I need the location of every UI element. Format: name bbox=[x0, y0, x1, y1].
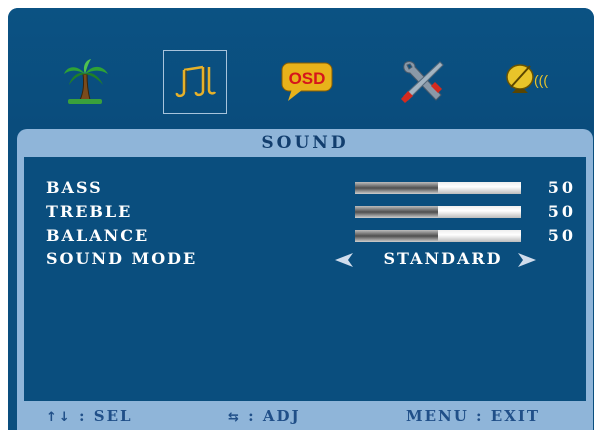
music-notes-icon bbox=[175, 65, 217, 98]
sound-mode-value[interactable]: STANDARD bbox=[373, 250, 513, 268]
hint-select: ↑↓ : SEL bbox=[46, 407, 133, 425]
hint-exit: MENU : EXIT bbox=[406, 407, 541, 425]
balance-label: BALANCE bbox=[46, 226, 150, 245]
treble-slider[interactable] bbox=[355, 206, 521, 218]
sound-mode-label: SOUND MODE bbox=[46, 249, 198, 268]
osd-menu: OSD ((( SOUND BASS 50 TREBLE 50 BALANCE … bbox=[8, 8, 594, 430]
up-down-arrows-icon: ↑↓ bbox=[46, 410, 72, 425]
osd-bubble-icon: OSD bbox=[281, 62, 333, 101]
bass-value: 50 bbox=[547, 178, 576, 197]
panel-title: SOUND bbox=[261, 133, 349, 153]
bass-slider-fill bbox=[355, 182, 438, 194]
hint-adjust: ⇆ : ADJ bbox=[228, 407, 301, 425]
hint-adjust-text: : ADJ bbox=[248, 407, 301, 425]
arrow-right-icon[interactable] bbox=[516, 252, 538, 268]
treble-slider-fill bbox=[355, 206, 438, 218]
menu-tab-picture[interactable] bbox=[54, 50, 118, 114]
menu-tab-sound[interactable] bbox=[163, 50, 227, 114]
balance-value: 50 bbox=[547, 226, 576, 245]
footer-hints: ↑↓ : SEL ⇆ : ADJ MENU : EXIT bbox=[24, 401, 586, 430]
svg-text:OSD: OSD bbox=[289, 69, 326, 88]
treble-label: TREBLE bbox=[46, 202, 133, 221]
balance-slider[interactable] bbox=[355, 230, 521, 242]
sound-menu-body: BASS 50 TREBLE 50 BALANCE 50 SOUND MODE … bbox=[24, 157, 586, 401]
menu-tab-channel[interactable]: ((( bbox=[500, 50, 564, 114]
menu-tab-setup[interactable] bbox=[390, 50, 454, 114]
bass-label: BASS bbox=[46, 178, 103, 197]
menu-tab-osd[interactable]: OSD bbox=[276, 50, 340, 114]
sound-panel: SOUND BASS 50 TREBLE 50 BALANCE 50 SOUND… bbox=[17, 129, 593, 430]
arrow-left-icon[interactable] bbox=[333, 252, 355, 268]
bass-slider[interactable] bbox=[355, 182, 521, 194]
balance-slider-fill bbox=[355, 230, 438, 242]
treble-value: 50 bbox=[547, 202, 576, 221]
satellite-dish-icon: ((( bbox=[506, 64, 548, 93]
svg-text:(((: ((( bbox=[534, 72, 548, 88]
tools-icon bbox=[401, 61, 444, 103]
top-icon-bar: OSD ((( bbox=[8, 8, 594, 130]
palm-tree-icon bbox=[64, 59, 108, 104]
left-right-arrows-icon: ⇆ bbox=[228, 410, 241, 425]
hint-select-text: : SEL bbox=[79, 407, 133, 425]
